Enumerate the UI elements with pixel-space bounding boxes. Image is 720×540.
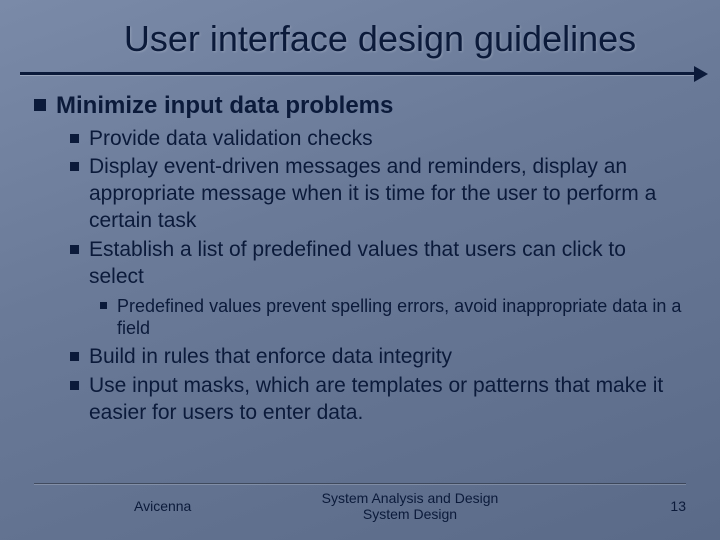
square-bullet-icon [34, 99, 46, 111]
list-item: Provide data validation checks [70, 126, 682, 153]
page-number: 13 [502, 498, 686, 514]
level3-list: Predefined values prevent spelling error… [100, 295, 682, 340]
level2-list: Provide data validation checks Display e… [70, 126, 682, 427]
slide: User interface design guidelines Minimiz… [0, 0, 720, 540]
footer-course-line2: System Design [318, 506, 502, 522]
square-bullet-icon [100, 302, 107, 309]
square-bullet-icon [70, 134, 79, 143]
arrow-right-icon [694, 66, 708, 82]
square-bullet-icon [70, 245, 79, 254]
content-body: Minimize input data problems Provide dat… [32, 92, 688, 426]
list-item: Display event-driven messages and remind… [70, 154, 682, 235]
title-divider [0, 70, 720, 78]
slide-title: User interface design guidelines [32, 18, 688, 60]
square-bullet-icon [70, 162, 79, 171]
footer-course-line1: System Analysis and Design [318, 490, 502, 506]
list-item: Predefined values prevent spelling error… [100, 295, 682, 340]
list-item: Build in rules that enforce data integri… [70, 344, 682, 371]
item-text: Provide data validation checks [89, 126, 373, 153]
item-text: Display event-driven messages and remind… [89, 154, 682, 235]
footer-author: Avicenna [34, 498, 318, 514]
item-text: Establish a list of predefined values th… [89, 237, 682, 291]
footer-divider [34, 483, 686, 484]
heading-level1: Minimize input data problems [34, 92, 682, 120]
slide-footer: Avicenna System Analysis and Design Syst… [34, 483, 686, 522]
footer-course: System Analysis and Design System Design [318, 490, 502, 522]
item-text: Build in rules that enforce data integri… [89, 344, 452, 371]
list-item: Use input masks, which are templates or … [70, 373, 682, 427]
list-item: Establish a list of predefined values th… [70, 237, 682, 291]
heading-text: Minimize input data problems [56, 92, 393, 120]
square-bullet-icon [70, 381, 79, 390]
square-bullet-icon [70, 352, 79, 361]
item-text: Predefined values prevent spelling error… [117, 295, 682, 340]
item-text: Use input masks, which are templates or … [89, 373, 682, 427]
